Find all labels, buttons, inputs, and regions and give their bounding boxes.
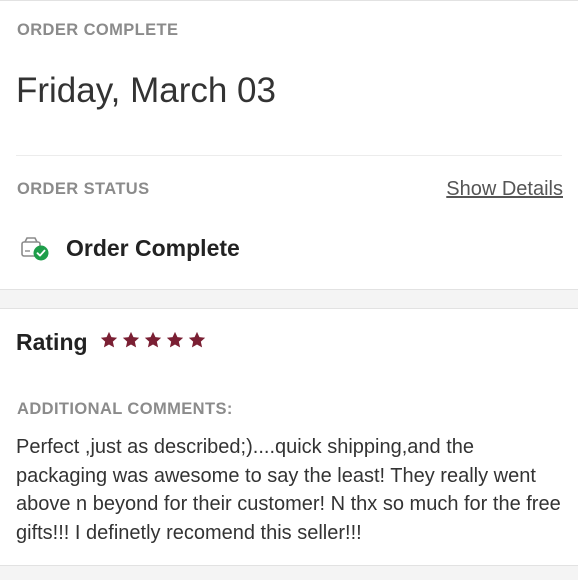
- order-status-label: ORDER STATUS: [17, 180, 150, 198]
- order-summary-card: ORDER COMPLETE Friday, March 03 ORDER ST…: [0, 0, 578, 290]
- star-icon: [166, 331, 184, 348]
- additional-comments-text: Perfect ,just as described;)....quick sh…: [16, 436, 561, 544]
- star-icon: [100, 331, 118, 348]
- review-card: Rating ADDITIONAL COMMENTS: Perfect ,jus…: [0, 308, 578, 566]
- additional-comments-label: ADDITIONAL COMMENTS:: [17, 400, 233, 418]
- section-divider: [16, 155, 562, 156]
- package-check-icon: [20, 236, 50, 262]
- order-date: Friday, March 03: [16, 71, 276, 110]
- rating-label: Rating: [16, 329, 88, 355]
- rating-stars: [99, 330, 207, 352]
- order-complete-heading: ORDER COMPLETE: [17, 21, 179, 39]
- star-icon: [188, 331, 206, 348]
- star-icon: [122, 331, 140, 348]
- order-status-value: Order Complete: [66, 235, 240, 261]
- show-details-link[interactable]: Show Details: [446, 178, 563, 201]
- star-icon: [144, 331, 162, 348]
